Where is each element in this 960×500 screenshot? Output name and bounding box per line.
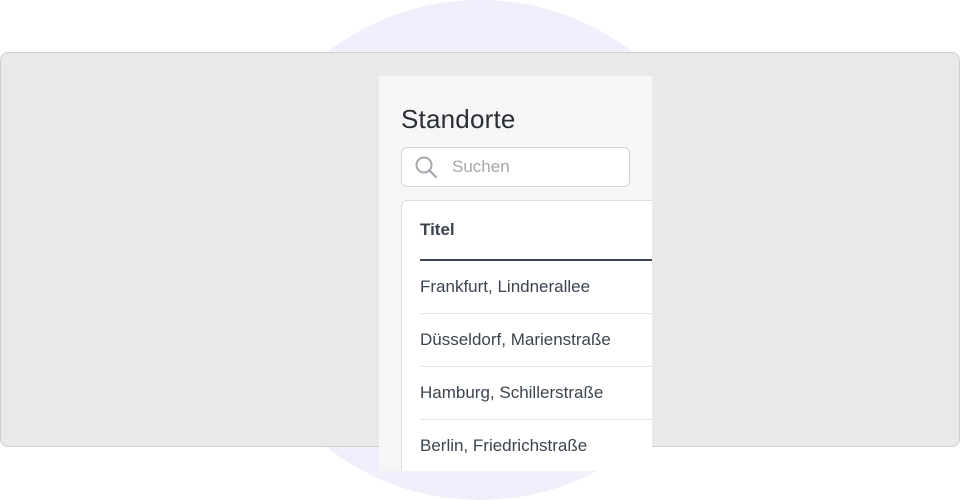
search-icon — [414, 155, 438, 179]
column-header-title[interactable]: Titel — [420, 220, 455, 240]
table-header: Titel — [420, 201, 652, 261]
locations-panel: Standorte Titel Frankfurt, Lindnerallee … — [379, 76, 652, 471]
row-title: Frankfurt, Lindnerallee — [420, 277, 591, 296]
row-title: Düsseldorf, Marienstraße — [420, 330, 611, 349]
table-row[interactable]: Hamburg, Schillerstraße — [420, 367, 652, 420]
locations-table: Titel Frankfurt, Lindnerallee Düsseldorf… — [401, 200, 652, 471]
table-row[interactable]: Berlin, Friedrichstraße — [420, 420, 652, 471]
table-row[interactable]: Düsseldorf, Marienstraße — [420, 314, 652, 367]
row-title: Hamburg, Schillerstraße — [420, 383, 604, 402]
table-row[interactable]: Frankfurt, Lindnerallee — [420, 261, 652, 314]
stage: Standorte Titel Frankfurt, Lindnerallee … — [0, 0, 960, 500]
search-input[interactable] — [452, 157, 622, 177]
row-title: Berlin, Friedrichstraße — [420, 436, 588, 455]
table-body: Frankfurt, Lindnerallee Düsseldorf, Mari… — [420, 261, 652, 471]
page-title: Standorte — [401, 104, 516, 134]
search-box[interactable] — [401, 147, 630, 187]
